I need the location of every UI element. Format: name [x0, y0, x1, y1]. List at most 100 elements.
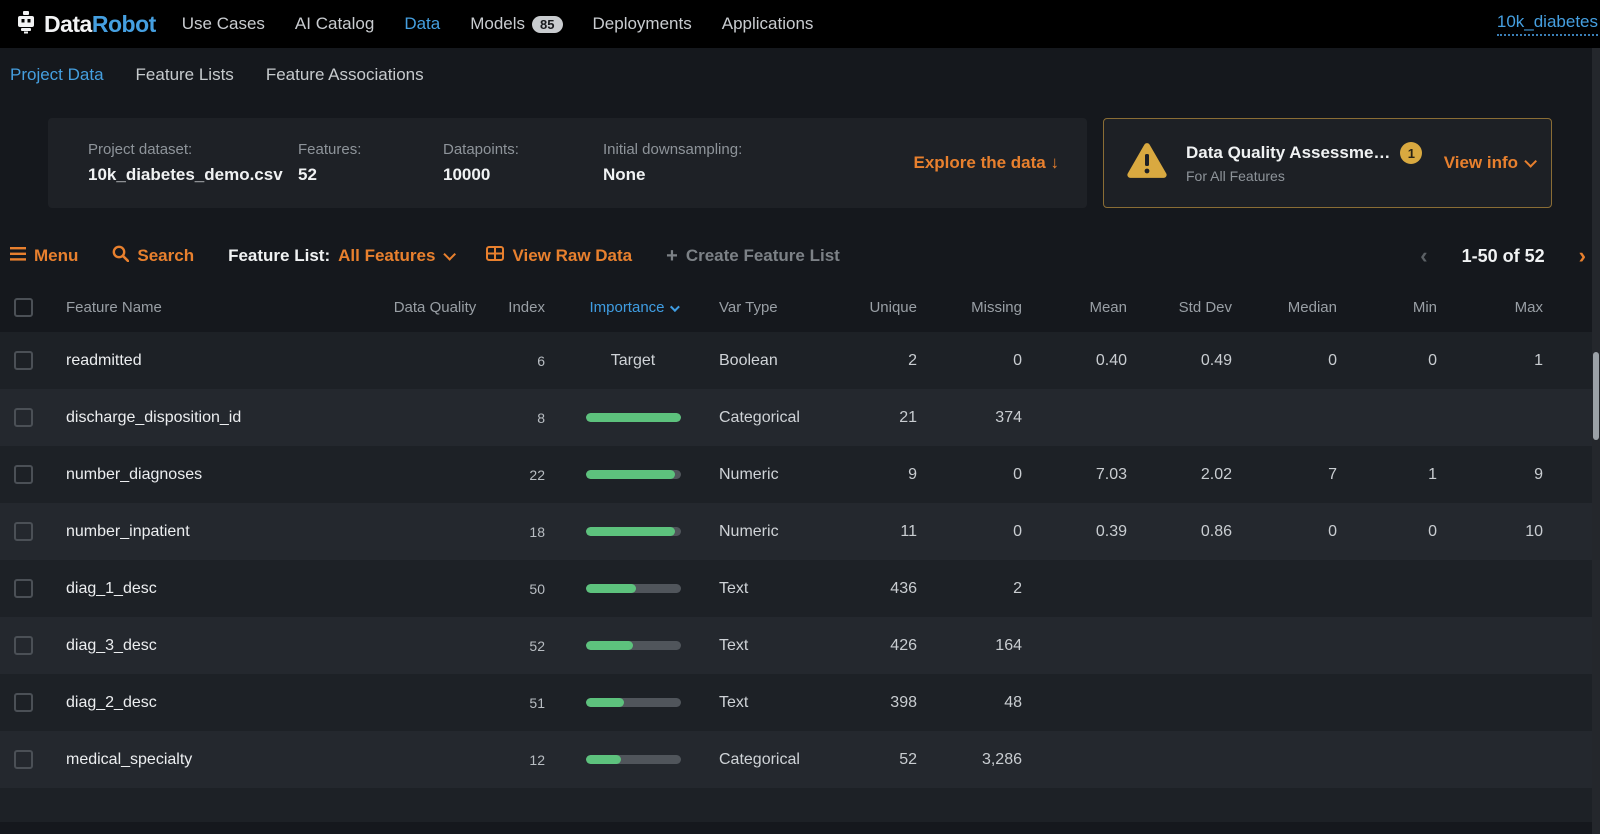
- column-header-missing[interactable]: Missing: [933, 299, 1038, 316]
- feature-row-diag_2_desc[interactable]: diag_2_desc51Text39848: [0, 674, 1600, 731]
- pagination-label: 1-50 of 52: [1462, 246, 1545, 267]
- importance-bar-fill: [586, 527, 675, 536]
- column-header-mean[interactable]: Mean: [1038, 299, 1143, 316]
- feature-row-number_inpatient[interactable]: number_inpatient18Numeric1100.390.860010: [0, 503, 1600, 560]
- var-type-cell: Text: [713, 637, 843, 655]
- explore-the-data-button[interactable]: Explore the data ↓: [914, 153, 1060, 173]
- var-type-cell: Categorical: [713, 751, 843, 769]
- missing-cell: 3,286: [933, 751, 1038, 769]
- column-header-importance[interactable]: Importance: [553, 299, 713, 316]
- feature-name[interactable]: diag_1_desc: [50, 580, 385, 598]
- feature-name[interactable]: medical_specialty: [50, 751, 385, 769]
- row-checkbox[interactable]: [14, 351, 33, 370]
- row-checkbox[interactable]: [14, 522, 33, 541]
- scrollbar-thumb[interactable]: [1593, 352, 1599, 440]
- column-header-median[interactable]: Median: [1248, 299, 1353, 316]
- nav-item-models[interactable]: Models85: [470, 14, 562, 34]
- row-checkbox-cell: [0, 351, 50, 370]
- importance-bar: [586, 584, 681, 593]
- index-cell: 22: [485, 467, 553, 483]
- datarobot-logo[interactable]: DataRobot: [14, 10, 156, 39]
- plus-icon: +: [666, 245, 678, 268]
- nav-item-data[interactable]: Data: [404, 14, 440, 34]
- row-checkbox[interactable]: [14, 693, 33, 712]
- row-checkbox-cell: [0, 693, 50, 712]
- feature-row-readmitted[interactable]: readmitted6TargetBoolean200.400.49001: [0, 332, 1600, 389]
- create-feature-list-button[interactable]: + Create Feature List: [666, 245, 840, 268]
- select-all-checkbox[interactable]: [14, 298, 33, 317]
- missing-cell: 0: [933, 523, 1038, 541]
- row-checkbox[interactable]: [14, 408, 33, 427]
- robot-icon: [14, 10, 38, 39]
- summary-field: Initial downsampling:None: [603, 141, 904, 185]
- index-cell: 50: [485, 581, 553, 597]
- column-header-var-type[interactable]: Var Type: [713, 299, 843, 316]
- feature-row-diag_1_desc[interactable]: diag_1_desc50Text4362: [0, 560, 1600, 617]
- tab-project-data[interactable]: Project Data: [10, 65, 104, 85]
- importance-cell: Target: [553, 352, 713, 370]
- nav-item-use-cases[interactable]: Use Cases: [182, 14, 265, 34]
- search-button[interactable]: Search: [112, 245, 194, 267]
- nav-item-applications[interactable]: Applications: [722, 14, 814, 34]
- feature-row-discharge_disposition_id[interactable]: discharge_disposition_id8Categorical2137…: [0, 389, 1600, 446]
- missing-cell: 2: [933, 580, 1038, 598]
- tab-feature-lists[interactable]: Feature Lists: [136, 65, 234, 85]
- column-header-max[interactable]: Max: [1453, 299, 1559, 316]
- tab-feature-associations[interactable]: Feature Associations: [266, 65, 424, 85]
- column-header-min[interactable]: Min: [1353, 299, 1453, 316]
- feature-name[interactable]: diag_3_desc: [50, 637, 385, 655]
- nav-item-label: Deployments: [593, 14, 692, 34]
- unique-cell: 21: [843, 409, 933, 427]
- row-checkbox[interactable]: [14, 579, 33, 598]
- next-page-button[interactable]: ›: [1579, 243, 1586, 269]
- project-name-link[interactable]: 10k_diabetes: [1497, 12, 1598, 36]
- sort-chevron-icon: [669, 302, 679, 312]
- importance-bar: [586, 470, 681, 479]
- feature-table-body: readmitted6TargetBoolean200.400.49001 dis…: [0, 332, 1600, 788]
- importance-bar-fill: [586, 584, 636, 593]
- median-cell: 7: [1248, 466, 1353, 484]
- feature-row-diag_3_desc[interactable]: diag_3_desc52Text426164: [0, 617, 1600, 674]
- row-checkbox-cell: [0, 579, 50, 598]
- feature-name[interactable]: readmitted: [50, 352, 385, 370]
- column-header-data-quality[interactable]: Data Quality: [385, 299, 485, 316]
- importance-bar-fill: [586, 470, 675, 479]
- feature-name[interactable]: discharge_disposition_id: [50, 409, 385, 427]
- menu-button[interactable]: Menu: [10, 246, 78, 266]
- feature-name[interactable]: number_diagnoses: [50, 466, 385, 484]
- summary-field-value: 10000: [443, 165, 593, 185]
- search-icon: [112, 245, 129, 267]
- table-header: Feature Name Data Quality Index Importan…: [0, 282, 1600, 332]
- unique-cell: 2: [843, 352, 933, 370]
- max-cell: 10: [1453, 523, 1559, 541]
- max-cell: 9: [1453, 466, 1559, 484]
- column-header-feature-name[interactable]: Feature Name: [50, 299, 385, 316]
- column-header-unique[interactable]: Unique: [843, 299, 933, 316]
- nav-item-deployments[interactable]: Deployments: [593, 14, 692, 34]
- nav-item-label: AI Catalog: [295, 14, 374, 34]
- row-checkbox[interactable]: [14, 750, 33, 769]
- index-cell: 8: [485, 410, 553, 426]
- previous-page-button[interactable]: ‹: [1420, 243, 1427, 269]
- feature-name[interactable]: diag_2_desc: [50, 694, 385, 712]
- view-info-button[interactable]: View info: [1444, 153, 1533, 173]
- column-header-index[interactable]: Index: [485, 299, 553, 316]
- column-header-std-dev[interactable]: Std Dev: [1143, 299, 1248, 316]
- std-dev-cell: 2.02: [1143, 466, 1248, 484]
- row-checkbox[interactable]: [14, 465, 33, 484]
- view-raw-data-button[interactable]: View Raw Data: [486, 246, 632, 266]
- importance-bar-fill: [586, 641, 634, 650]
- summary-field-value: None: [603, 165, 904, 185]
- scrollbar-track[interactable]: [1592, 48, 1600, 834]
- missing-cell: 164: [933, 637, 1038, 655]
- feature-row-number_diagnoses[interactable]: number_diagnoses22Numeric907.032.02719: [0, 446, 1600, 503]
- unique-cell: 11: [843, 523, 933, 541]
- nav-item-ai-catalog[interactable]: AI Catalog: [295, 14, 374, 34]
- row-checkbox[interactable]: [14, 636, 33, 655]
- feature-list-selector[interactable]: Feature List: All Features: [228, 246, 452, 266]
- importance-cell: [553, 584, 713, 593]
- feature-name[interactable]: number_inpatient: [50, 523, 385, 541]
- data-quality-subtitle: For All Features: [1186, 168, 1444, 184]
- feature-row-medical_specialty[interactable]: medical_specialty12Categorical523,286: [0, 731, 1600, 788]
- importance-bar: [586, 413, 681, 422]
